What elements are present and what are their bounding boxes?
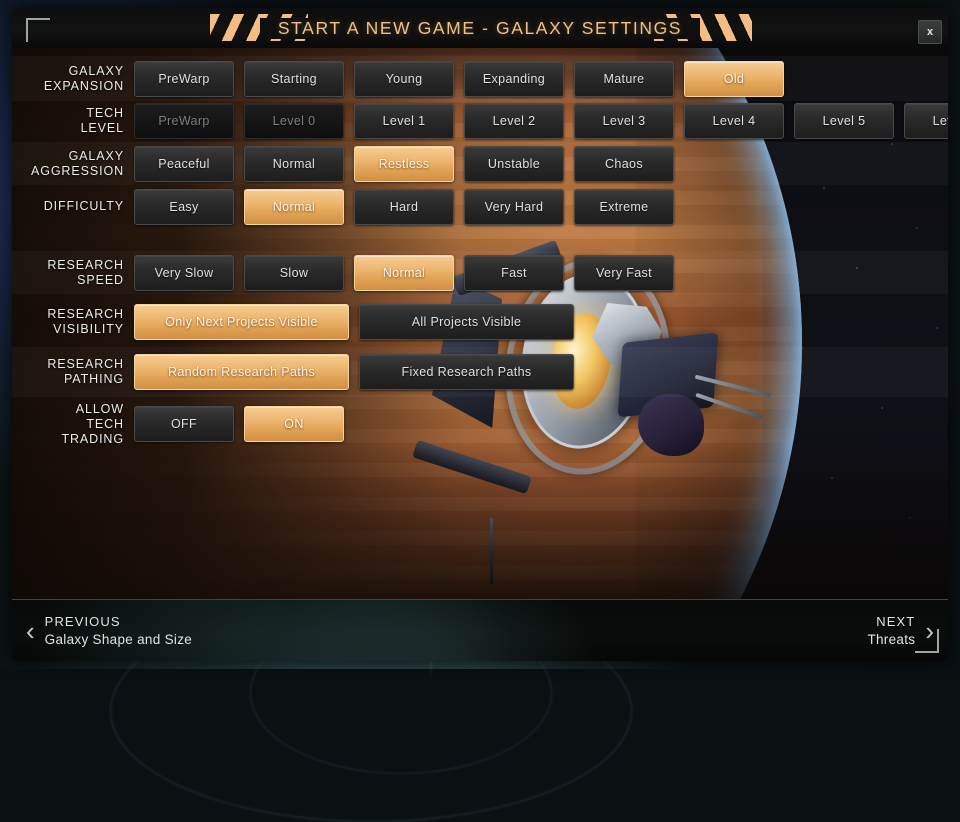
option-button[interactable]: OFF — [134, 406, 234, 442]
close-button[interactable]: x — [918, 20, 942, 44]
option-button[interactable]: Level 2 — [464, 103, 564, 139]
settings-row-label: RESEARCHSPEED — [12, 258, 134, 288]
settings-option-group: Random Research Paths Fixed Research Path… — [134, 354, 574, 390]
settings-option-group: Easy Normal Hard Very Hard Extreme — [134, 189, 674, 225]
option-button[interactable]: ON — [244, 406, 344, 442]
option-button[interactable]: Peaceful — [134, 146, 234, 182]
option-button[interactable]: Young — [354, 61, 454, 97]
settings-row-label: GALAXYAGGRESSION — [12, 149, 134, 179]
option-button[interactable]: Level 5 — [794, 103, 894, 139]
navigation-bar: ‹ PREVIOUS Galaxy Shape and Size NEXT Th… — [12, 599, 948, 661]
settings-option-group: Very Slow Slow Normal Fast Very Fast — [134, 255, 674, 291]
settings-row-label: ALLOWTECHTRADING — [12, 402, 134, 447]
settings-row: GALAXYEXPANSIONPreWarp Starting Young Expan… — [12, 56, 948, 101]
settings-row-label: TECHLEVEL — [12, 106, 134, 136]
chevron-right-icon: › — [925, 620, 934, 642]
settings-option-group: Only Next Projects Visible All Projects V… — [134, 304, 574, 340]
settings-row: DIFFICULTYEasy Normal Hard Very Hard Extreme — [12, 185, 948, 228]
settings-row-label: RESEARCHVISIBILITY — [12, 307, 134, 337]
option-button[interactable]: Unstable — [464, 146, 564, 182]
option-button[interactable]: Very Slow — [134, 255, 234, 291]
previous-button[interactable]: ‹ PREVIOUS Galaxy Shape and Size — [12, 613, 206, 649]
option-button[interactable]: Level 4 — [684, 103, 784, 139]
option-button[interactable]: Old — [684, 61, 784, 97]
option-button[interactable]: Mature — [574, 61, 674, 97]
option-button[interactable]: Level 6 — [904, 103, 948, 139]
option-button[interactable]: Restless — [354, 146, 454, 182]
settings-option-group: PreWarp Level 0 Level 1 Level 2 Level 3 Level… — [134, 103, 948, 139]
next-kicker: NEXT — [876, 613, 915, 630]
option-button[interactable]: Starting — [244, 61, 344, 97]
settings-row: GALAXYAGGRESSIONPeaceful Normal Restless Un… — [12, 142, 948, 185]
title-bar: START A NEW GAME - GALAXY SETTINGS x — [12, 8, 948, 48]
settings-row: TECHLEVELPreWarp Level 0 Level 1 Level 2 Lev… — [12, 99, 948, 142]
option-button[interactable]: Normal — [244, 189, 344, 225]
settings-row: ALLOWTECHTRADINGOFF ON — [12, 399, 948, 449]
settings-row-label: RESEARCHPATHING — [12, 357, 134, 387]
settings-content: GALAXYEXPANSIONPreWarp Starting Young Expan… — [12, 48, 948, 600]
option-button[interactable]: Hard — [354, 189, 454, 225]
settings-row: RESEARCHSPEEDVery SlowSlowNormalFastVery… — [12, 251, 948, 294]
page-title: START A NEW GAME - GALAXY SETTINGS — [260, 18, 700, 39]
option-button[interactable]: Normal — [354, 255, 454, 291]
option-button[interactable]: Extreme — [574, 189, 674, 225]
option-button: Level 0 — [244, 103, 344, 139]
settings-row: RESEARCHPATHINGRandom Research Paths Fixe… — [12, 347, 948, 397]
previous-label: Galaxy Shape and Size — [45, 630, 192, 649]
option-button: PreWarp — [134, 103, 234, 139]
option-button[interactable]: Fixed Research Paths — [359, 354, 574, 390]
chevron-left-icon: ‹ — [26, 620, 35, 642]
option-button[interactable]: Only Next Projects Visible — [134, 304, 349, 340]
settings-rows: GALAXYEXPANSIONPreWarp Starting Young Expan… — [12, 48, 948, 600]
option-button[interactable]: Very Fast — [574, 255, 674, 291]
settings-option-group: Peaceful Normal Restless Unstable Chaos — [134, 146, 674, 182]
option-button[interactable]: Fast — [464, 255, 564, 291]
next-label: Threats — [867, 630, 915, 649]
option-button[interactable]: Very Hard — [464, 189, 564, 225]
next-button[interactable]: NEXT Threats › — [853, 613, 948, 649]
option-button[interactable]: Easy — [134, 189, 234, 225]
option-button[interactable]: Level 3 — [574, 103, 674, 139]
option-button[interactable]: Level 1 — [354, 103, 454, 139]
previous-kicker: PREVIOUS — [45, 613, 192, 630]
option-button[interactable]: Random Research Paths — [134, 354, 349, 390]
option-button[interactable]: All Projects Visible — [359, 304, 574, 340]
settings-row-label: GALAXYEXPANSION — [12, 64, 134, 94]
option-button[interactable]: Expanding — [464, 61, 564, 97]
option-button[interactable]: PreWarp — [134, 61, 234, 97]
option-button[interactable]: Chaos — [574, 146, 674, 182]
galaxy-settings-dialog: START A NEW GAME - GALAXY SETTINGS x — [12, 8, 948, 661]
settings-row-label: DIFFICULTY — [12, 199, 134, 214]
settings-option-group: OFF ON — [134, 406, 344, 442]
option-button[interactable]: Slow — [244, 255, 344, 291]
settings-row: RESEARCHVISIBILITYOnly Next Projects Vis… — [12, 297, 948, 347]
option-button[interactable]: Normal — [244, 146, 344, 182]
settings-option-group: PreWarp Starting Young Expanding Mature Old — [134, 61, 784, 97]
